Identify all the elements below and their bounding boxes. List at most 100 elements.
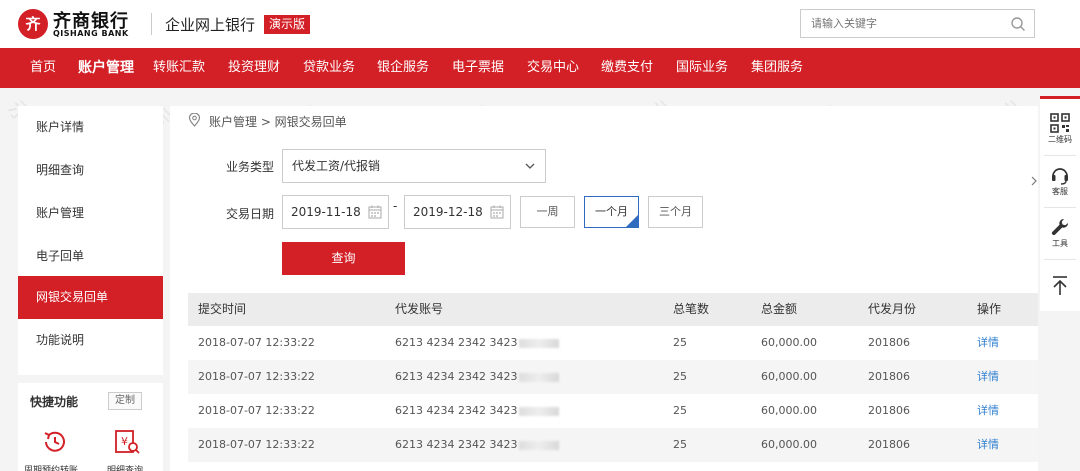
business-type-value: 代发工资/代报销: [292, 159, 381, 173]
nav-item-account-management[interactable]: 账户管理: [78, 48, 134, 88]
header-divider: [151, 13, 152, 35]
cell-count: 25: [673, 336, 687, 349]
calendar-icon[interactable]: [368, 205, 382, 219]
detail-link[interactable]: 详情: [977, 326, 999, 360]
svg-text:¥: ¥: [121, 435, 128, 448]
date-from-value: 2019-11-18: [291, 205, 361, 219]
nav-item-payments[interactable]: 缴费支付: [601, 48, 653, 88]
tools-label: 工具: [1052, 239, 1068, 248]
cell-amount: 60,000.00: [761, 370, 817, 383]
table-row: 2018-07-07 12:33:22 6213 4234 2342 3423 …: [188, 360, 1038, 394]
business-type-select[interactable]: 代发工资/代报销: [282, 149, 546, 183]
floating-toolbar: 二维码 客服 工具: [1040, 96, 1080, 311]
quick-item-detail-query-label: 明细查询: [107, 466, 144, 471]
cell-submit-time: 2018-07-07 12:33:22: [198, 336, 315, 349]
column-header-month: 代发月份: [868, 302, 917, 316]
query-button[interactable]: 查询: [282, 242, 405, 275]
cell-submit-time: 2018-07-07 12:33:22: [198, 438, 315, 451]
range-three-months-button[interactable]: 三个月: [648, 196, 703, 228]
nav-item-trading-center[interactable]: 交易中心: [527, 48, 579, 88]
nav-item-e-bills[interactable]: 电子票据: [452, 48, 504, 88]
qr-code-icon: [1050, 113, 1070, 133]
main-content: 账户管理 > 网银交易回单 业务类型 代发工资/代报销 交易日期 2019-11…: [170, 106, 1038, 471]
search-input[interactable]: [801, 10, 991, 37]
date-separator: -: [393, 199, 398, 213]
main-nav: 首页 账户管理 转账汇款 投资理财 贷款业务 银企服务 电子票据 交易中心 缴费…: [0, 48, 1080, 88]
sidebar-item-online-receipt[interactable]: 网银交易回单: [18, 276, 163, 319]
sidebar-item-detail-query[interactable]: 明细查询: [18, 149, 163, 192]
calendar-icon[interactable]: [490, 205, 504, 219]
range-one-month-button[interactable]: 一个月: [584, 196, 639, 228]
cell-count: 25: [673, 438, 687, 451]
search-box: [800, 9, 1035, 38]
sidebar-item-account-management[interactable]: 账户管理: [18, 192, 163, 235]
date-from-field[interactable]: 2019-11-18: [282, 195, 389, 229]
cell-submit-time: 2018-07-07 12:33:22: [198, 404, 315, 417]
cell-month: 201806: [868, 336, 910, 349]
toolbar-divider: [1044, 207, 1076, 208]
quick-item-scheduled-transfer-label: 周期预约转账: [24, 466, 79, 471]
qr-code-button[interactable]: 二维码: [1040, 113, 1080, 145]
chevron-right-icon[interactable]: [1030, 176, 1038, 186]
detail-link[interactable]: 详情: [977, 360, 999, 394]
bank-logo-icon[interactable]: 齐: [18, 9, 48, 39]
customer-service-button[interactable]: 客服: [1040, 165, 1080, 197]
nav-item-loans[interactable]: 贷款业务: [303, 48, 355, 88]
table-row: 2018-07-07 12:33:22 6213 4234 2342 3423 …: [188, 428, 1038, 462]
chevron-down-icon: [525, 163, 535, 169]
breadcrumb-text: 账户管理 > 网银交易回单: [209, 115, 347, 129]
back-to-top-icon: [1053, 276, 1067, 295]
cell-submit-time: 2018-07-07 12:33:22: [198, 370, 315, 383]
cell-account: 6213 4234 2342 3423: [395, 428, 560, 462]
sidebar: 账户详情 明细查询 账户管理 电子回单 网银交易回单 功能说明 快捷功能 定制 …: [18, 106, 163, 471]
search-icon[interactable]: [1010, 16, 1026, 32]
headset-icon: [1052, 168, 1068, 185]
sidebar-item-help[interactable]: 功能说明: [18, 319, 163, 362]
date-to-field[interactable]: 2019-12-18: [404, 195, 511, 229]
toolbar-divider: [1044, 155, 1076, 156]
detail-link[interactable]: 详情: [977, 428, 999, 462]
cell-amount: 60,000.00: [761, 438, 817, 451]
qr-code-label: 二维码: [1048, 135, 1072, 144]
nav-item-home[interactable]: 首页: [30, 48, 56, 88]
table-row: 2018-07-07 12:33:22 6213 4234 2342 3423 …: [188, 394, 1038, 428]
range-one-week-button[interactable]: 一周: [520, 196, 575, 228]
column-header-account: 代发账号: [395, 302, 444, 316]
masked-digits: [519, 406, 560, 416]
detail-link[interactable]: 详情: [977, 394, 999, 428]
cell-account: 6213 4234 2342 3423: [395, 360, 560, 394]
nav-item-transfer[interactable]: 转账汇款: [153, 48, 205, 88]
wrench-icon: [1051, 218, 1069, 236]
demo-badge: 演示版: [264, 15, 311, 34]
sidebar-item-e-receipt[interactable]: 电子回单: [18, 235, 163, 278]
column-header-count: 总笔数: [673, 302, 710, 316]
bank-name-en: QISHANG BANK: [53, 29, 129, 38]
column-header-submit-time: 提交时间: [198, 302, 247, 316]
nav-item-group-services[interactable]: 集团服务: [751, 48, 803, 88]
tools-button[interactable]: 工具: [1040, 217, 1080, 249]
nav-item-international[interactable]: 国际业务: [676, 48, 728, 88]
masked-digits: [519, 338, 560, 348]
cell-amount: 60,000.00: [761, 336, 817, 349]
portal-title: 企业网上银行: [165, 16, 256, 34]
cell-account: 6213 4234 2342 3423: [395, 394, 560, 428]
masked-digits: [519, 372, 560, 382]
quick-functions-title: 快捷功能: [30, 395, 79, 409]
nav-item-bank-enterprise[interactable]: 银企服务: [377, 48, 429, 88]
cell-count: 25: [673, 404, 687, 417]
customize-button[interactable]: 定制: [108, 392, 142, 410]
toolbar-divider: [1044, 259, 1076, 260]
nav-item-investment[interactable]: 投资理财: [228, 48, 280, 88]
location-pin-icon: [188, 113, 201, 127]
table-header: 提交时间 代发账号 总笔数 总金额 代发月份 操作: [188, 293, 1038, 326]
back-to-top-button[interactable]: [1040, 275, 1080, 298]
cell-month: 201806: [868, 438, 910, 451]
sidebar-item-account-details[interactable]: 账户详情: [18, 106, 163, 149]
cell-month: 201806: [868, 404, 910, 417]
cell-month: 201806: [868, 370, 910, 383]
yuan-search-icon[interactable]: ¥: [114, 429, 140, 455]
clock-refresh-icon[interactable]: [42, 429, 68, 455]
quick-functions-panel: 快捷功能 定制 周期预约转账 ¥ 明细查询: [18, 375, 163, 471]
masked-digits: [519, 440, 560, 450]
customer-service-label: 客服: [1052, 187, 1068, 196]
